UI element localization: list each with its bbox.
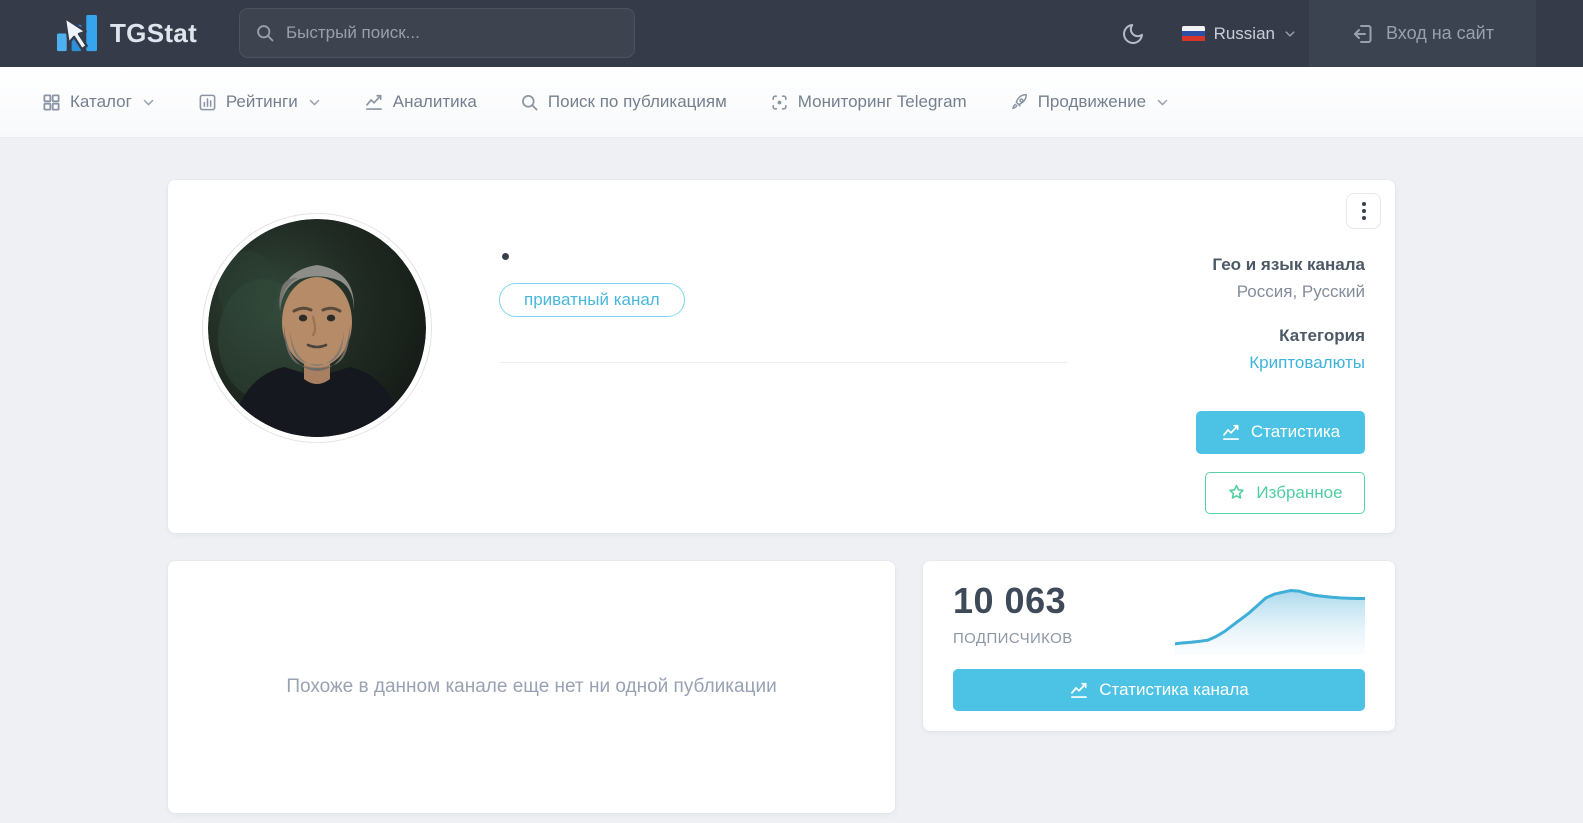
menu-item-catalog[interactable]: Каталог <box>42 92 155 112</box>
kebab-icon <box>1361 202 1366 220</box>
channel-title-dot <box>502 253 509 260</box>
brand-name: TGStat <box>110 18 198 48</box>
moon-icon <box>1122 23 1143 44</box>
chevron-down-icon <box>308 96 321 109</box>
login-label: Вход на сайт <box>1386 23 1494 43</box>
channel-avatar <box>202 213 432 443</box>
tgstat-logo-icon <box>56 14 97 52</box>
channel-statistics-button-label: Статистика канала <box>1099 680 1249 699</box>
language-selector[interactable]: Russian <box>1181 23 1296 44</box>
geo-language-value: Россия, Русский <box>1236 281 1365 301</box>
chevron-down-icon <box>1284 28 1296 40</box>
favorites-button[interactable]: Избранное <box>1205 471 1365 514</box>
menu-label: Мониторинг Telegram <box>797 92 967 111</box>
line-chart-icon <box>1071 682 1088 698</box>
statistics-button-label: Статистика <box>1250 422 1341 442</box>
login-icon <box>1354 24 1372 43</box>
quick-search <box>239 8 635 58</box>
dark-mode-toggle[interactable] <box>1121 22 1145 46</box>
search-icon <box>520 93 539 112</box>
menu-label: Аналитика <box>392 92 477 111</box>
menu-item-monitoring[interactable]: Мониторинг Telegram <box>770 92 967 112</box>
russia-flag-icon <box>1181 25 1205 42</box>
main-menu: Каталог Рейтинги Аналитика Поиск по публ… <box>0 67 1583 137</box>
avatar-photo <box>208 219 426 437</box>
channel-profile-card: приватный канал Гео и язык канала Россия… <box>168 180 1395 533</box>
menu-item-post-search[interactable]: Поиск по публикациям <box>520 92 727 112</box>
page-content: приватный канал Гео и язык канала Россия… <box>168 180 1395 813</box>
statistics-button[interactable]: Статистика <box>1196 410 1365 454</box>
menu-label: Продвижение <box>1037 92 1147 111</box>
login-button[interactable]: Вход на сайт <box>1309 0 1536 67</box>
subscribers-count: 10 063 <box>953 580 1067 621</box>
chevron-down-icon <box>142 96 155 109</box>
bar-chart-icon <box>198 93 217 112</box>
subscribers-summary: 10 063 подписчиков <box>953 580 1073 647</box>
subscribers-sparkline <box>1175 589 1365 654</box>
category-label: Категория <box>1279 325 1365 345</box>
line-chart-icon <box>364 92 384 112</box>
menu-label: Поиск по публикациям <box>547 92 727 111</box>
category-link[interactable]: Криптовалюты <box>1249 352 1365 375</box>
search-icon <box>257 25 274 42</box>
menu-item-promotion[interactable]: Продвижение <box>1010 92 1169 112</box>
publications-card: Похоже в данном канале еще нет ни одной … <box>168 561 895 813</box>
navbar-right: Russian Вход на сайт <box>1121 0 1583 67</box>
geo-language-label: Гео и язык канала <box>1212 255 1365 274</box>
subscribers-card: 10 063 подписчиков <box>923 561 1395 731</box>
subscribers-label: подписчиков <box>953 630 1073 647</box>
language-label: Russian <box>1213 23 1275 43</box>
top-navbar: TGStat Russian Вх <box>0 0 1583 67</box>
channel-meta: Гео и язык канала Россия, Русский Катего… <box>1045 254 1365 514</box>
scan-icon <box>770 93 789 112</box>
tgstat-logo[interactable]: TGStat <box>54 13 197 54</box>
channel-statistics-button[interactable]: Статистика канала <box>953 669 1365 711</box>
private-channel-badge[interactable]: приватный канал <box>499 283 685 317</box>
more-actions-button[interactable] <box>1346 193 1381 229</box>
line-chart-icon <box>1222 425 1239 441</box>
menu-item-analytics[interactable]: Аналитика <box>364 92 477 112</box>
grid-icon <box>42 93 61 112</box>
favorites-button-label: Избранное <box>1256 482 1343 502</box>
rocket-icon <box>1010 93 1029 112</box>
search-input[interactable] <box>286 23 619 43</box>
channel-main-info: приватный канал <box>499 180 1067 533</box>
menu-label: Каталог <box>70 92 132 111</box>
menu-label: Рейтинги <box>225 92 298 111</box>
star-icon <box>1229 485 1245 500</box>
menu-item-ratings[interactable]: Рейтинги <box>198 92 321 112</box>
chevron-down-icon <box>1156 96 1169 109</box>
no-publications-message: Похоже в данном канале еще нет ни одной … <box>286 676 777 697</box>
divider <box>499 362 1067 363</box>
